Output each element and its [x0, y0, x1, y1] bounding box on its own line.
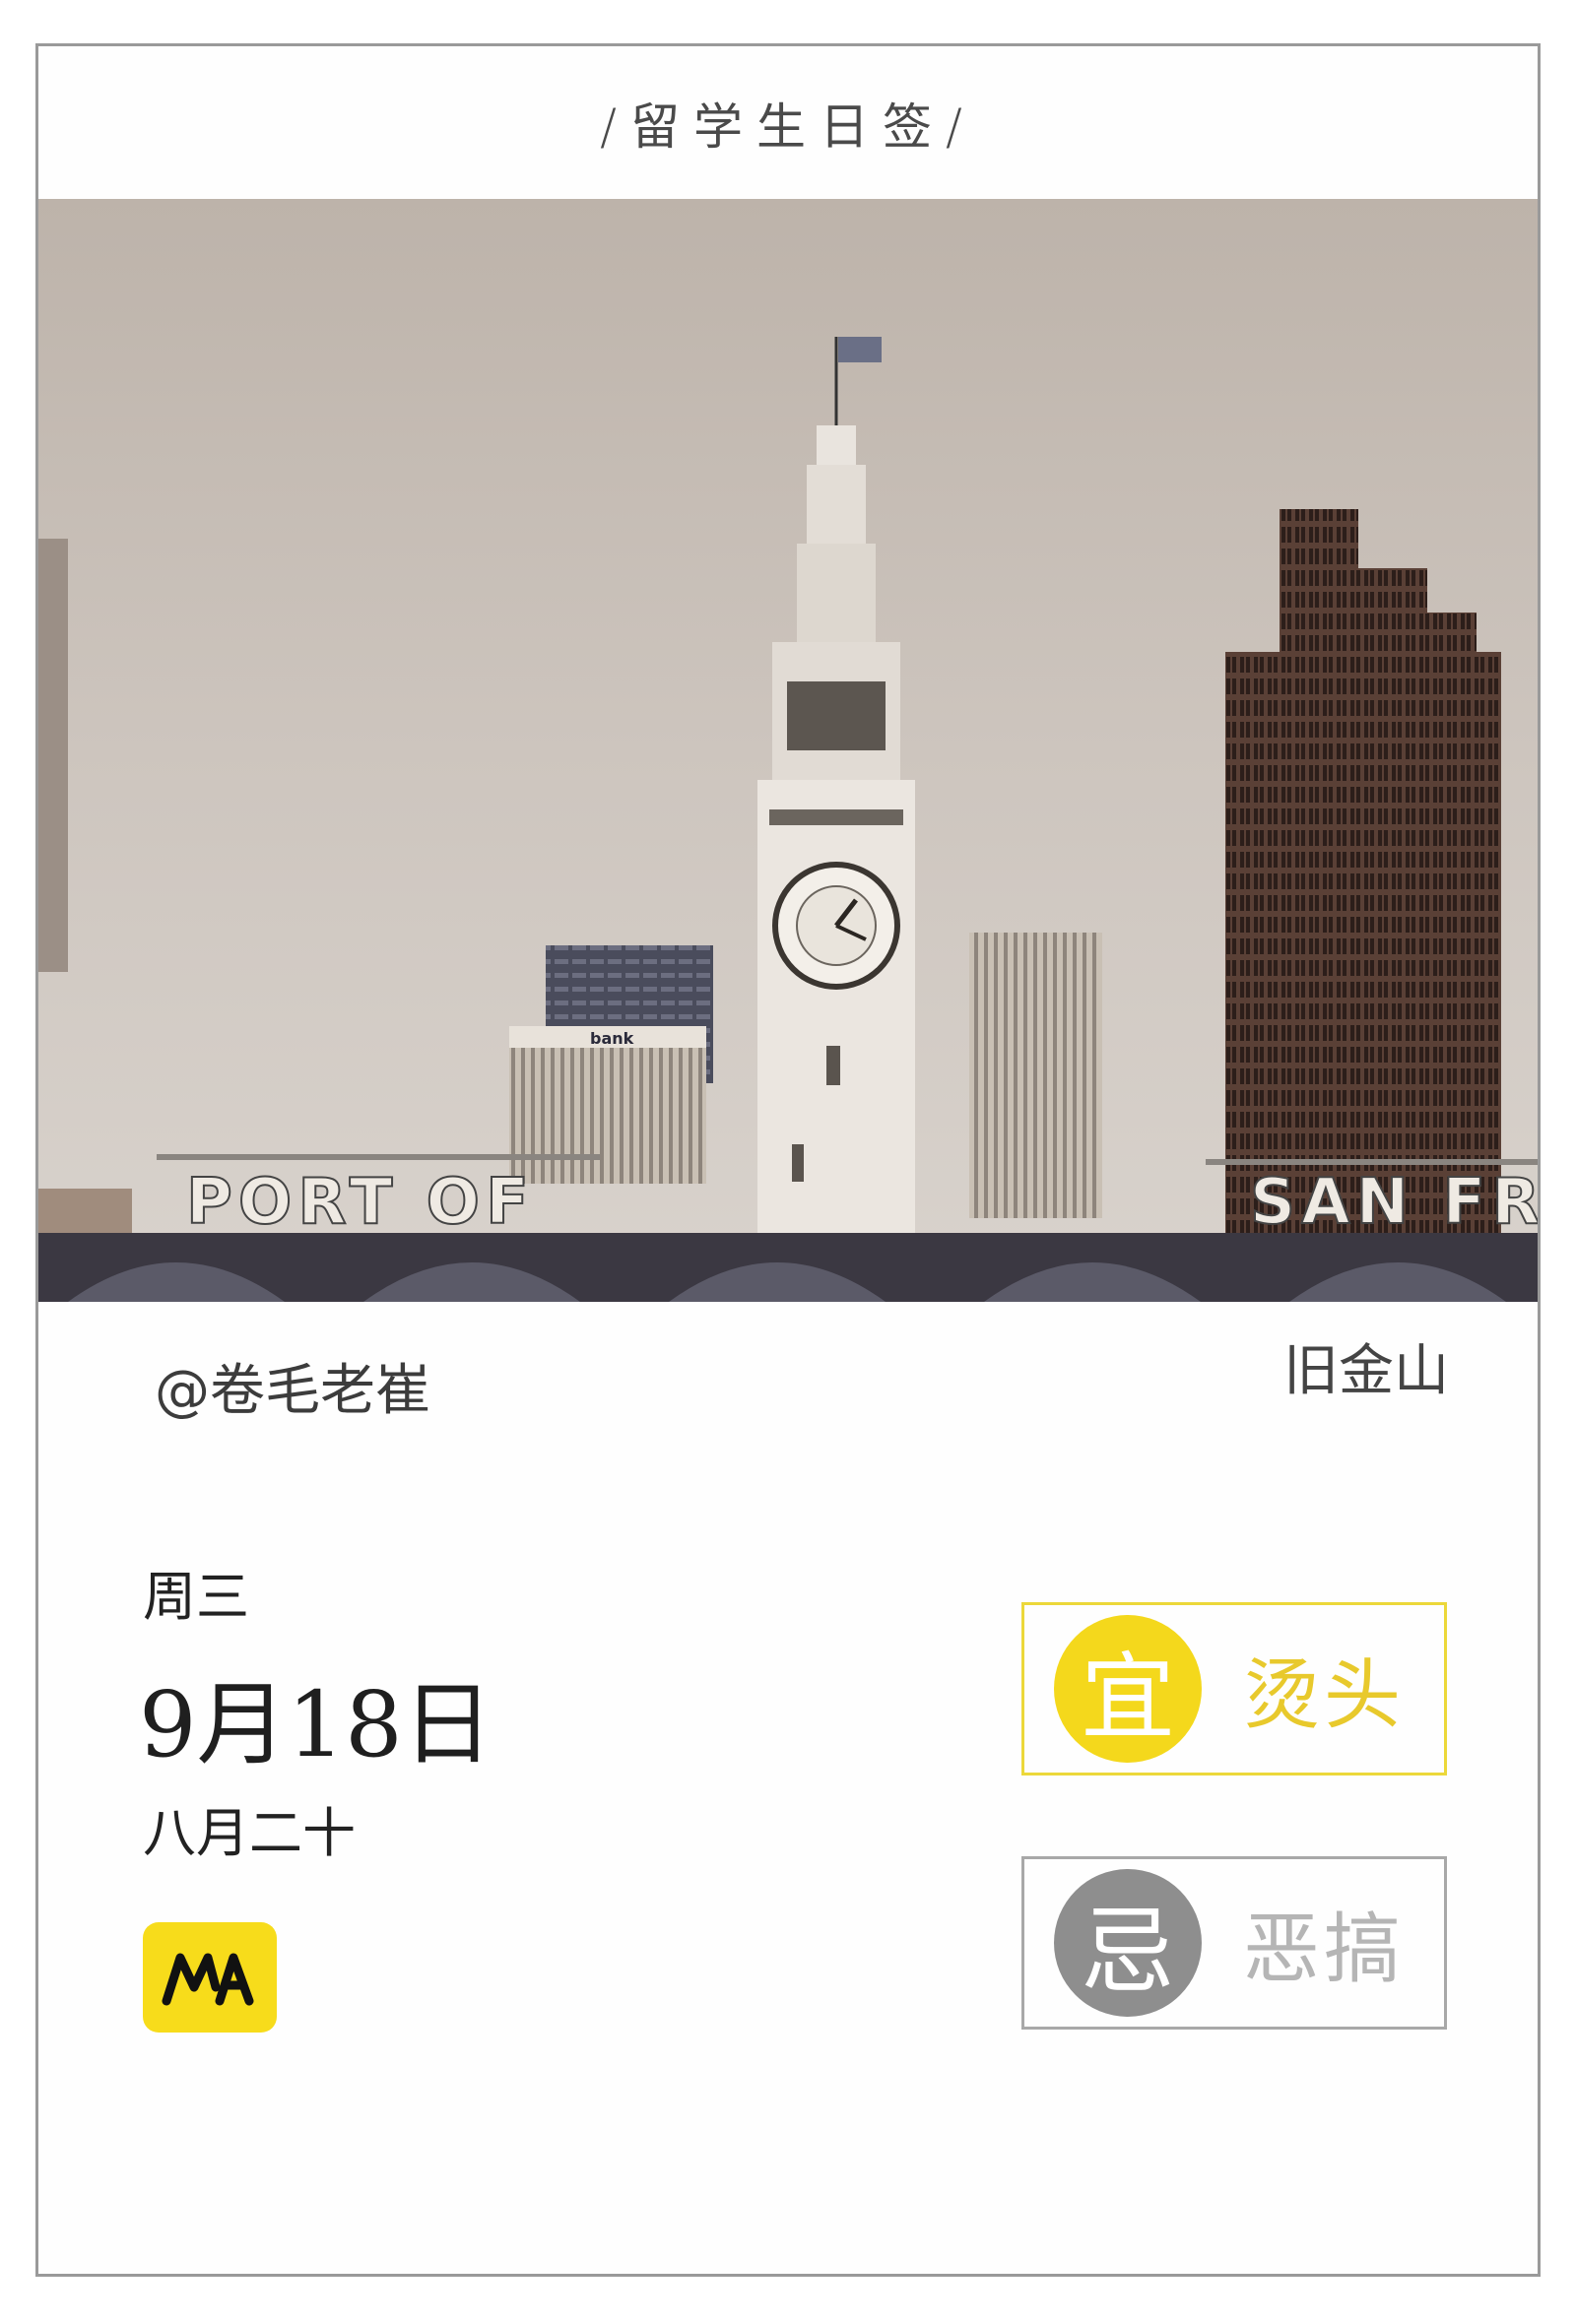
bank-sign: bank	[590, 1029, 634, 1048]
page-title: /留学生日签/	[600, 97, 976, 156]
san-fr-sign: SAN FR	[1250, 1166, 1538, 1239]
date: 9月18日	[139, 1672, 493, 1777]
ferry-building-photo: bank PORT OF SAN FR	[38, 199, 1538, 1302]
photo-author: @卷毛老崔	[155, 1359, 430, 1423]
ma-logo-icon	[143, 1922, 277, 2033]
yi-circle: 宜	[1054, 1615, 1202, 1763]
daily-card: /留学生日签/ bank PORT OF SAN FR @卷毛老崔 旧金山 周三…	[35, 43, 1541, 2277]
lunar-date: 八月二十	[143, 1802, 356, 1864]
photo-location: 旧金山	[1283, 1339, 1449, 1403]
port-sign: PORT OF	[186, 1166, 535, 1239]
ji-badge: 忌 恶搞	[1021, 1856, 1447, 2030]
ji-text: 恶搞	[1243, 1905, 1406, 1994]
weekday: 周三	[143, 1566, 249, 1628]
yi-badge: 宜 烫头	[1021, 1602, 1447, 1775]
ji-circle: 忌	[1054, 1869, 1202, 2017]
yi-text: 烫头	[1243, 1651, 1406, 1740]
